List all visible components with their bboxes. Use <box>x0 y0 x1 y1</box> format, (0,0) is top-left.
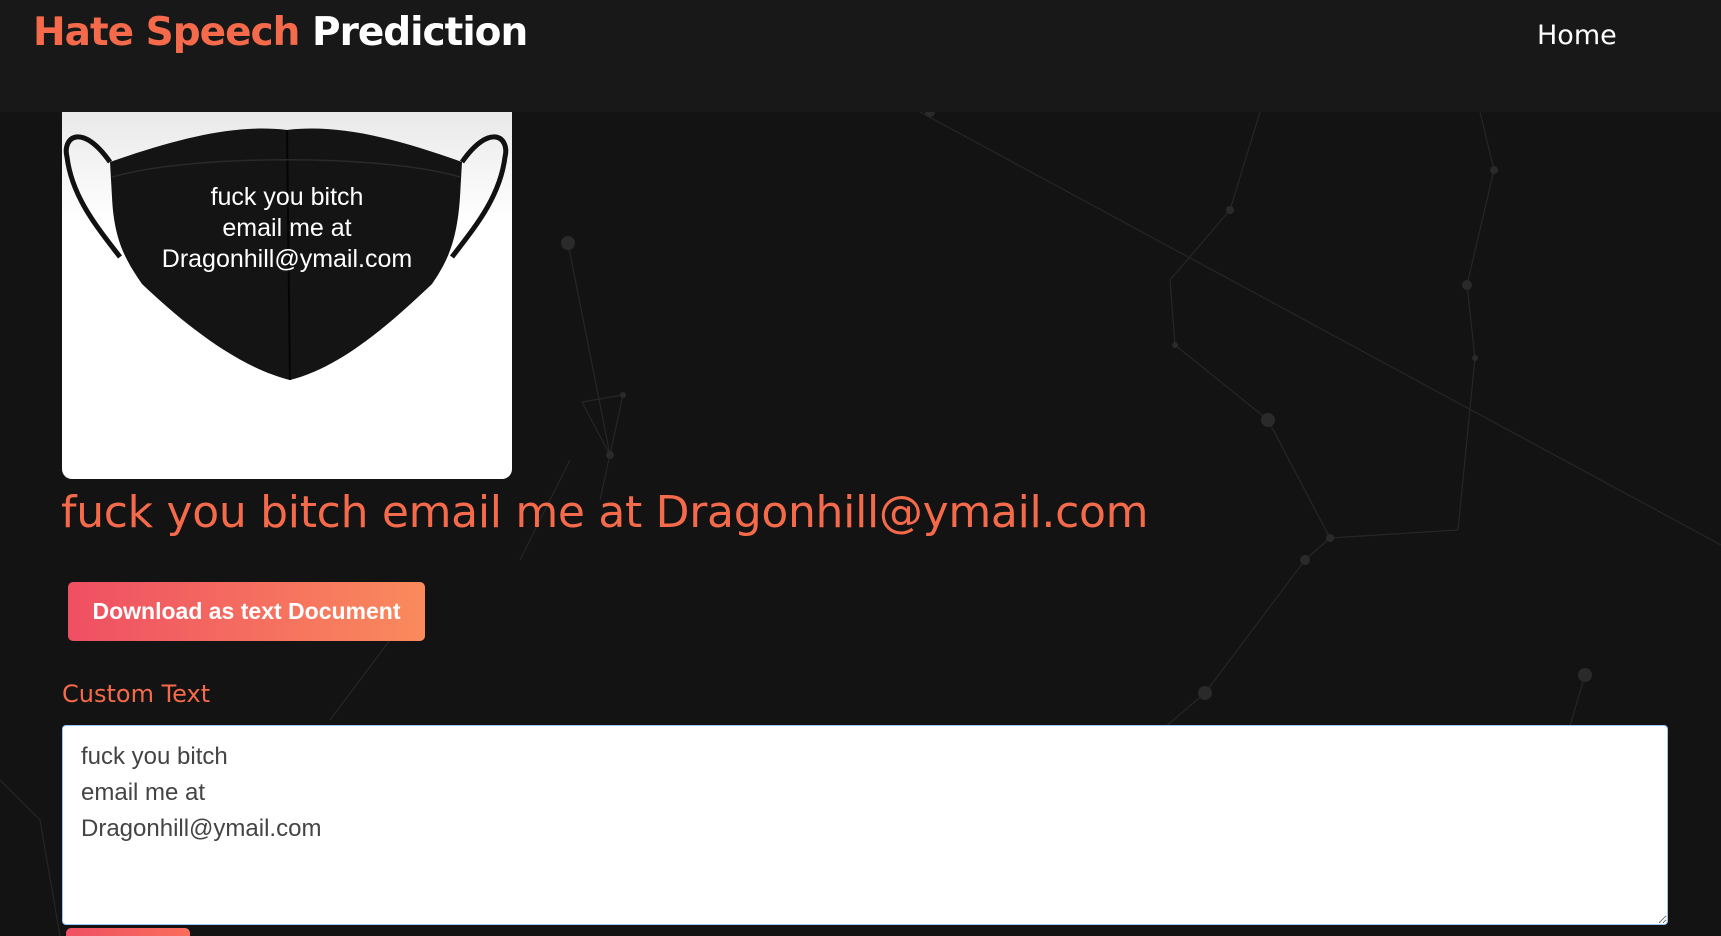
mask-text-line: Dragonhill@ymail.com <box>161 245 413 273</box>
nav-home-link[interactable]: Home <box>1537 20 1617 51</box>
submit-button-partial[interactable] <box>66 928 190 936</box>
custom-text-label: Custom Text <box>62 680 211 708</box>
mask-printed-text: fuck you bitch email me at Dragonhill@ym… <box>122 182 452 275</box>
brand-accent-text: Hate Speech <box>33 10 300 55</box>
navbar: Hate Speech Prediction Home <box>0 0 1721 112</box>
mask-text-line: fuck you bitch <box>210 183 364 211</box>
brand-main-text: Prediction <box>312 10 528 55</box>
mask-text-line: email me at <box>222 214 352 242</box>
page: Hate Speech Prediction Home fuck you bit… <box>0 0 1721 936</box>
face-mask-image <box>63 128 509 381</box>
custom-text-input[interactable] <box>62 725 1668 925</box>
uploaded-image: fuck you bitch email me at Dragonhill@ym… <box>62 112 512 479</box>
extracted-text-result: fuck you bitch email me at Dragonhill@ym… <box>61 487 1149 538</box>
brand-logo[interactable]: Hate Speech Prediction <box>33 10 528 55</box>
download-text-button[interactable]: Download as text Document <box>68 582 425 641</box>
